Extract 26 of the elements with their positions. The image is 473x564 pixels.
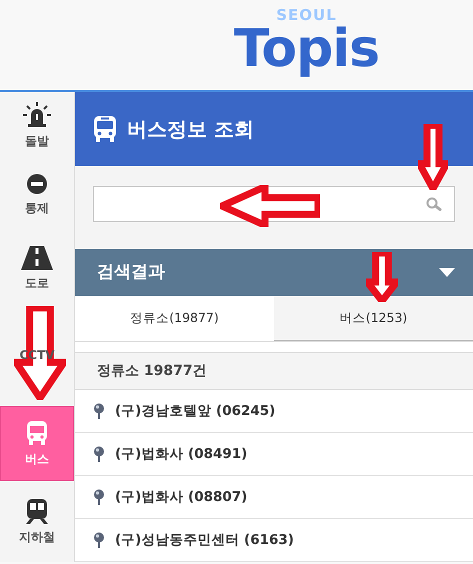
train-icon	[26, 498, 48, 524]
road-icon	[21, 246, 53, 270]
pin-icon	[93, 489, 105, 505]
dropdown-icon[interactable]	[439, 268, 455, 277]
stop-name[interactable]: (구)법화사 (08491)	[115, 444, 248, 464]
panel-title: 버스정보 조회	[127, 116, 254, 143]
sidebar-item[interactable]: 통제	[25, 199, 49, 217]
sidebar-item[interactable]: 돌발	[25, 132, 49, 150]
no-entry-icon	[26, 173, 48, 195]
results-title: 검색결과	[97, 260, 165, 284]
logo-subtitle: SEOUL	[276, 8, 337, 23]
stop-name[interactable]: (구)성남동주민센터 (6163)	[115, 530, 294, 550]
bus-icon	[93, 115, 117, 143]
tab[interactable]: 버스(1253)	[274, 296, 473, 341]
stop-name[interactable]: (구)경남호텔앞 (06245)	[115, 400, 276, 422]
pin-icon	[93, 403, 105, 419]
sidebar-item[interactable]: 지하철	[19, 528, 55, 546]
bus-icon	[26, 420, 48, 446]
stop-name[interactable]: (구)법화사 (08807)	[115, 486, 248, 508]
siren-icon	[23, 102, 51, 128]
pin-icon	[93, 446, 105, 462]
result-count: 정류소 19877건	[97, 362, 207, 380]
pin-icon	[93, 532, 105, 548]
sidebar-item[interactable]: 도로	[25, 274, 49, 292]
logo: Topis	[234, 23, 380, 75]
arrow-annotation	[366, 252, 398, 302]
